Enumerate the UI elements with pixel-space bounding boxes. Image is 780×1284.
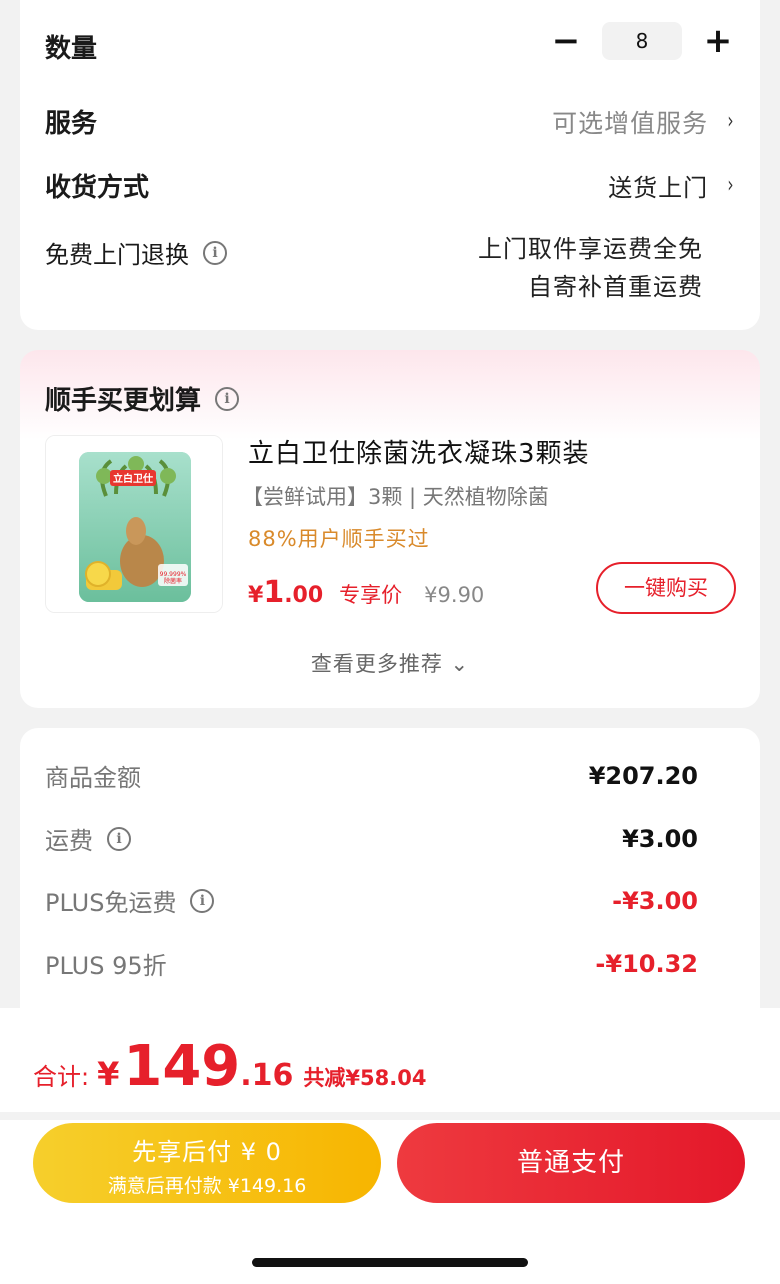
svg-text:立白卫仕: 立白卫仕 xyxy=(113,472,153,485)
total-saved: 共减¥58.04 xyxy=(303,1066,427,1090)
product-image[interactable]: 立白卫仕 99.999% 除菌率 xyxy=(45,435,223,613)
decrease-quantity-button[interactable]: − xyxy=(544,24,588,58)
chevron-right-icon: › xyxy=(727,173,734,198)
svg-text:除菌率: 除菌率 xyxy=(164,577,182,585)
return-line-1: 上门取件享运费全免 xyxy=(478,235,703,263)
delivery-label: 收货方式 xyxy=(45,173,150,203)
product-name[interactable]: 立白卫仕除菌洗衣凝珠3颗装 xyxy=(248,433,590,470)
price-decimal: .00 xyxy=(284,583,324,608)
summary-value: -¥3.00 xyxy=(612,886,698,915)
summary-label: PLUS免运费 xyxy=(45,889,177,917)
quantity-label: 数量 xyxy=(45,34,98,64)
pay-later-title: 先享后付 ¥ 0 xyxy=(132,1138,282,1166)
quantity-input[interactable]: 8 xyxy=(602,22,682,60)
delivery-row[interactable]: 收货方式 送货上门 › xyxy=(45,167,735,204)
service-label: 服务 xyxy=(45,109,98,139)
return-line-2: 自寄补首重运费 xyxy=(528,273,703,301)
order-total: 合计: ¥ 149 .16 共减¥58.04 xyxy=(33,1034,426,1099)
summary-label: PLUS 95折 xyxy=(45,952,167,980)
summary-row: PLUS 95折 -¥10.32 xyxy=(45,946,698,981)
summary-row: 商品金额 ¥207.20 xyxy=(45,758,698,793)
laundry-pods-package-icon: 立白卫仕 99.999% 除菌率 xyxy=(46,436,222,612)
home-indicator[interactable] xyxy=(252,1258,528,1267)
info-icon[interactable]: i xyxy=(215,386,240,411)
one-click-buy-button[interactable]: 一键购买 xyxy=(596,562,736,614)
summary-value: ¥3.00 xyxy=(622,824,698,853)
summary-row: PLUS免运费 i -¥3.00 xyxy=(45,883,698,918)
svg-text:99.999%: 99.999% xyxy=(160,571,187,578)
summary-value: ¥207.20 xyxy=(588,761,698,790)
product-popularity: 88%用户顺手买过 xyxy=(248,527,430,551)
service-row[interactable]: 服务 可选增值服务 › xyxy=(45,103,735,140)
upsell-title-text: 顺手买更划算 xyxy=(45,386,202,416)
standard-pay-button[interactable]: 普通支付 xyxy=(397,1123,745,1203)
service-value: 可选增值服务 xyxy=(552,108,709,138)
product-subtitle: 【尝鲜试用】3颗 | 天然植物除菌 xyxy=(242,485,549,509)
info-icon[interactable]: i xyxy=(190,888,215,913)
summary-value: -¥10.32 xyxy=(595,949,698,978)
price-tag: 专享价 xyxy=(339,583,403,607)
product-price: ¥ 1 .00 专享价 ¥9.90 xyxy=(248,575,484,610)
original-price: ¥9.90 xyxy=(424,583,485,607)
price-symbol: ¥ xyxy=(248,583,264,608)
pay-later-button[interactable]: 先享后付 ¥ 0 满意后再付款 ¥149.16 xyxy=(33,1123,381,1203)
summary-row: 运费 i ¥3.00 xyxy=(45,821,698,856)
increase-quantity-button[interactable]: + xyxy=(696,24,740,58)
divider xyxy=(0,1112,780,1120)
total-decimal: .16 xyxy=(240,1058,294,1093)
total-integer: 149 xyxy=(123,1034,241,1099)
quantity-stepper: − 8 + xyxy=(544,22,740,60)
price-integer: 1 xyxy=(263,575,285,610)
free-return-description: 上门取件享运费全免 自寄补首重运费 xyxy=(478,230,703,306)
chevron-right-icon: › xyxy=(727,109,734,134)
checkout-bar: 合计: ¥ 149 .16 共减¥58.04 先享后付 ¥ 0 满意后再付款 ¥… xyxy=(0,1008,780,1284)
info-icon[interactable]: i xyxy=(203,240,227,265)
total-symbol: ¥ xyxy=(97,1055,120,1093)
upsell-card: 顺手买更划算 i 立白卫仕 99.999% 除菌率 立白卫仕除菌洗衣凝珠3颗装 … xyxy=(20,350,760,708)
upsell-title: 顺手买更划算 i xyxy=(45,380,240,417)
price-summary-card: 商品金额 ¥207.20 运费 i ¥3.00 PLUS免运费 i -¥3.00… xyxy=(20,728,760,1028)
summary-label: 商品金额 xyxy=(45,764,141,792)
delivery-value: 送货上门 xyxy=(608,174,709,202)
more-recommendations-link[interactable]: 查看更多推荐 ⌄ xyxy=(20,648,760,678)
info-icon[interactable]: i xyxy=(107,826,131,851)
summary-label: 运费 xyxy=(45,827,93,855)
total-label: 合计: xyxy=(33,1063,90,1091)
order-options-card: 数量 − 8 + 服务 可选增值服务 › 收货方式 送货上门 › 免费上门退换 … xyxy=(20,0,760,330)
pay-later-subtitle: 满意后再付款 ¥149.16 xyxy=(107,1175,307,1197)
free-return-label: 免费上门退换 xyxy=(45,241,189,269)
